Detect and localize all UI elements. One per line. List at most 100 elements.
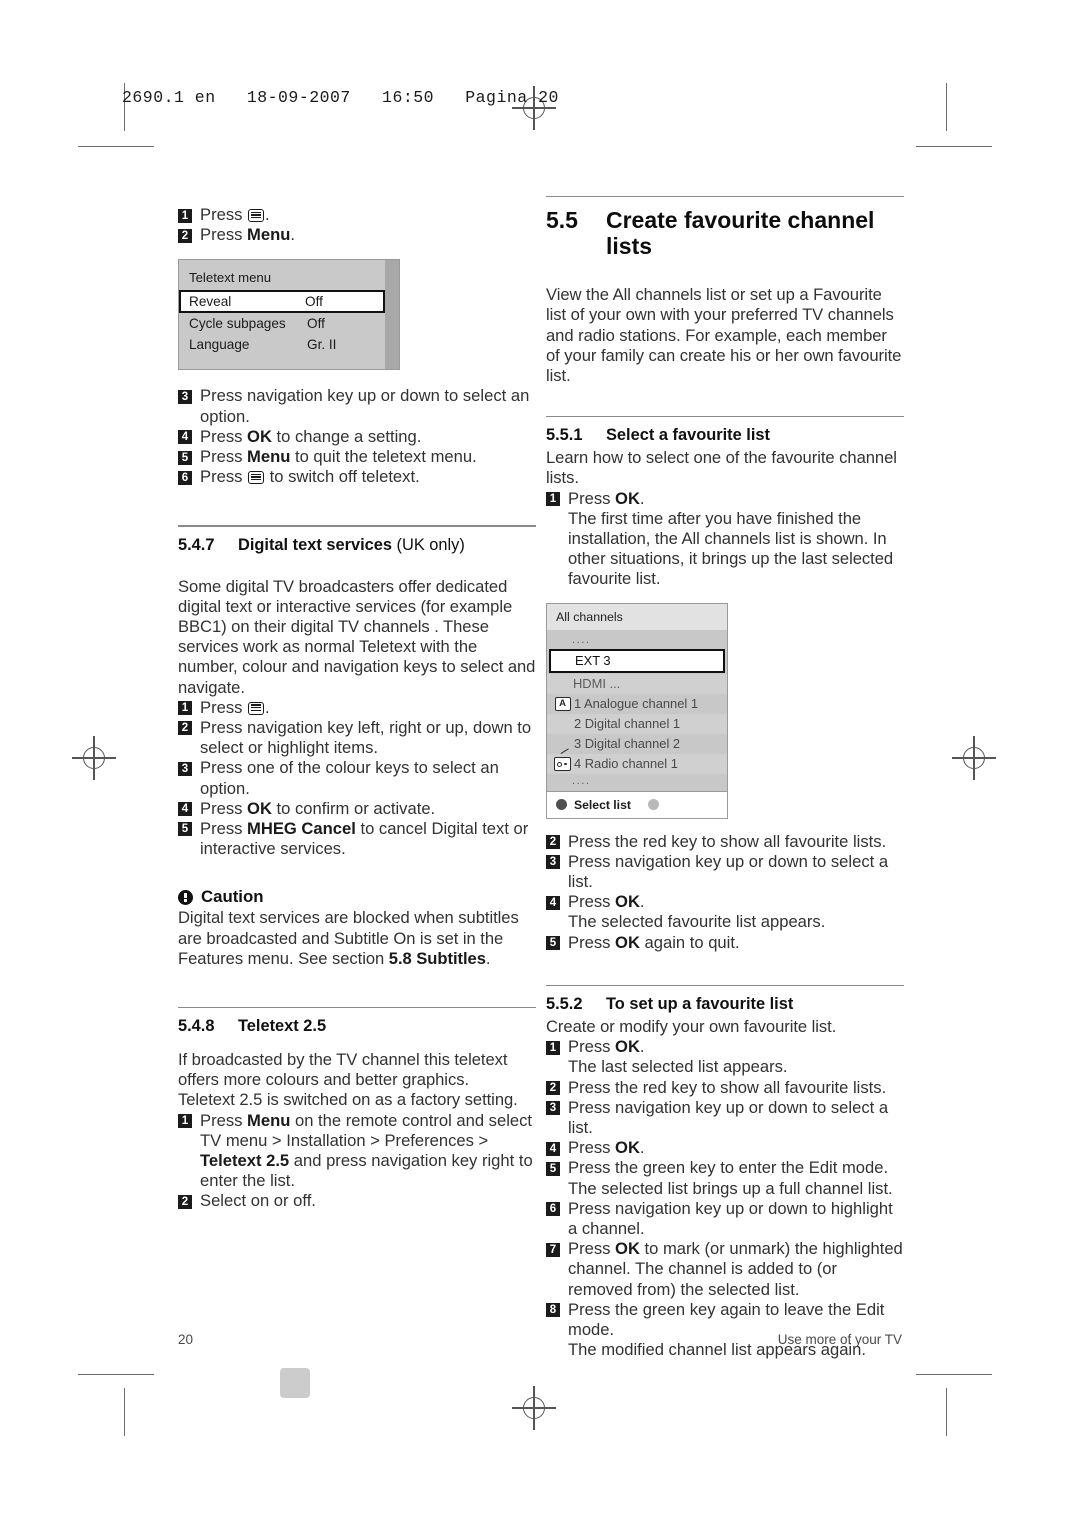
list-item-digital-channel-1[interactable]: 2 Digital channel 1: [547, 713, 727, 734]
footer-section-label: Use more of your TV: [777, 1332, 902, 1347]
step-text: Press to switch off teletext.: [200, 467, 420, 487]
step-number: 3: [546, 1101, 560, 1116]
step-number: 1: [546, 492, 560, 507]
footer-page-number: 20: [178, 1332, 194, 1347]
step-number: 5: [178, 822, 192, 837]
step-text-pre: Press: [200, 447, 248, 467]
step-number: 4: [546, 895, 560, 910]
section-number: 5.5.1: [546, 426, 583, 445]
crop-mark-bottom-right-v: [946, 1388, 948, 1436]
list-item-analogue-channel-1[interactable]: A 1 Analogue channel 1: [547, 693, 727, 714]
section-title-main: Digital text services: [238, 535, 392, 554]
key-name-ok: OK: [615, 932, 640, 952]
menu-item-value: Off: [305, 294, 323, 310]
crop-mark-top-right-h: [916, 146, 992, 148]
step-text: Press MHEG Cancel to cancel Digital text…: [200, 819, 536, 859]
step-row: 1 Press .: [178, 698, 536, 718]
section-divider: [546, 196, 904, 198]
step-text-post: .: [639, 1037, 645, 1057]
crop-mark-top-right-v: [946, 83, 948, 131]
key-name-ok: OK: [615, 1239, 640, 1259]
step-text: Press OK to confirm or activate.: [200, 799, 435, 819]
list-item-ext3[interactable]: EXT 3: [549, 648, 725, 673]
section-divider: [178, 525, 536, 527]
section-548-body-1: If broadcasted by the TV channel this te…: [178, 1050, 508, 1090]
section-55-body: View the All channels list or set up a F…: [546, 285, 902, 385]
step-row: 1 Press .: [178, 205, 536, 225]
list-item-radio-channel-1[interactable]: 4 Radio channel 1: [547, 748, 727, 774]
step-row: 1 Press OK.: [546, 1037, 904, 1057]
menu-item-value: Off: [307, 316, 325, 332]
section-title: To set up a favourite list: [606, 994, 794, 1013]
analogue-icon: A: [551, 696, 574, 711]
step-text-post: .: [639, 488, 645, 508]
key-name-ok: OK: [615, 1138, 640, 1158]
section-number: 5.5: [546, 207, 578, 234]
step-text: Press .: [200, 698, 270, 718]
step-text-post: to quit the teletext menu.: [290, 447, 477, 467]
right-column: 5.5 Create favourite channel lists View …: [546, 196, 904, 1360]
step-number: 1: [178, 208, 192, 223]
step-text: Press the red key to show all favourite …: [568, 1077, 887, 1097]
list-item-hdmi[interactable]: HDMI ...: [547, 673, 727, 694]
step-text: Press the red key to show all favourite …: [568, 831, 887, 851]
step-row: 7 Press OK to mark (or unmark) the highl…: [546, 1239, 904, 1300]
list-item-label: 4 Radio channel 1: [574, 756, 678, 772]
green-key-icon[interactable]: [647, 799, 659, 811]
step-text: Press navigation key up or down to selec…: [568, 851, 889, 892]
step-row: 6 Press to switch off teletext.: [178, 467, 536, 487]
step-number: 3: [546, 855, 560, 870]
step-number: 2: [178, 721, 192, 736]
step-row: 6 Press navigation key up or down to hig…: [546, 1199, 904, 1239]
registration-mark-right: [952, 736, 996, 780]
step-text: Press OK again to quit.: [568, 933, 740, 953]
section-divider: [546, 984, 904, 986]
step-number-blank: [546, 916, 560, 930]
teletext-menu-item-language[interactable]: Language Gr. II: [179, 334, 385, 355]
step-text-p1: Press: [200, 1110, 248, 1130]
step-number: 1: [178, 701, 192, 716]
select-list-label: Select list: [574, 797, 631, 812]
page-header-text: 2690.1 en 18-09-2007 16:50 Pagina 20: [122, 88, 559, 107]
crop-mark-bottom-right-h: [916, 1374, 992, 1376]
step-row: 3 Press one of the colour keys to select…: [178, 758, 536, 798]
step-row: 2 Press navigation key left, right or up…: [178, 718, 536, 758]
list-item: ....: [547, 632, 727, 648]
step-text: Press navigation key left, right or up, …: [200, 717, 532, 758]
step-text-pre: Press: [568, 1239, 616, 1259]
page-title: Create favourite channel lists: [606, 207, 875, 260]
section-number: 5.4.8: [178, 1017, 215, 1036]
step-row: 2 Select on or off.: [178, 1191, 536, 1211]
step-row: 2 Press Menu.: [178, 225, 536, 245]
red-key-icon[interactable]: [556, 799, 567, 811]
step-text: Press OK.: [568, 1037, 645, 1057]
channel-list-title: All channels: [547, 603, 727, 630]
step-text-pre: Press: [568, 892, 616, 912]
step-number-blank: [546, 1061, 560, 1075]
step-row: 4 Press OK to confirm or activate.: [178, 799, 536, 819]
section-552-body: Create or modify your own favourite list…: [546, 1016, 837, 1036]
list-item-label: ....: [572, 634, 591, 647]
step-text-pre: Press: [200, 467, 248, 487]
key-name-menu: Menu: [247, 447, 291, 467]
step-row: 1 Press OK.: [546, 489, 904, 509]
step-text-post: .: [265, 697, 270, 717]
teletext-menu-title: Teletext menu: [189, 270, 272, 286]
caution-body: Digital text services are blocked when s…: [178, 908, 536, 969]
teletext-menu-item-cycle-subpages[interactable]: Cycle subpages Off: [179, 313, 385, 334]
step-number: 6: [178, 470, 192, 485]
step-text-pre: Press: [568, 488, 616, 508]
key-name-mheg-cancel: MHEG Cancel: [247, 818, 356, 838]
step-text: Press the green key to enter the Edit mo…: [568, 1158, 889, 1178]
list-item-label: ....: [572, 775, 591, 788]
step-number: 2: [546, 835, 560, 850]
list-item-digital-channel-2[interactable]: 3 Digital channel 2: [547, 733, 727, 754]
teletext-icon: [248, 471, 265, 485]
step-text: Press one of the colour keys to select a…: [200, 758, 499, 798]
step-row: 5 Press OK again to quit.: [546, 933, 904, 953]
channel-list-footer: Select list: [547, 790, 727, 818]
section-number: 5.4.7: [178, 535, 215, 554]
registration-mark-bottom: [512, 1386, 556, 1430]
list-item-label: EXT 3: [575, 653, 611, 669]
teletext-menu-item-reveal[interactable]: Reveal Off: [179, 290, 385, 314]
